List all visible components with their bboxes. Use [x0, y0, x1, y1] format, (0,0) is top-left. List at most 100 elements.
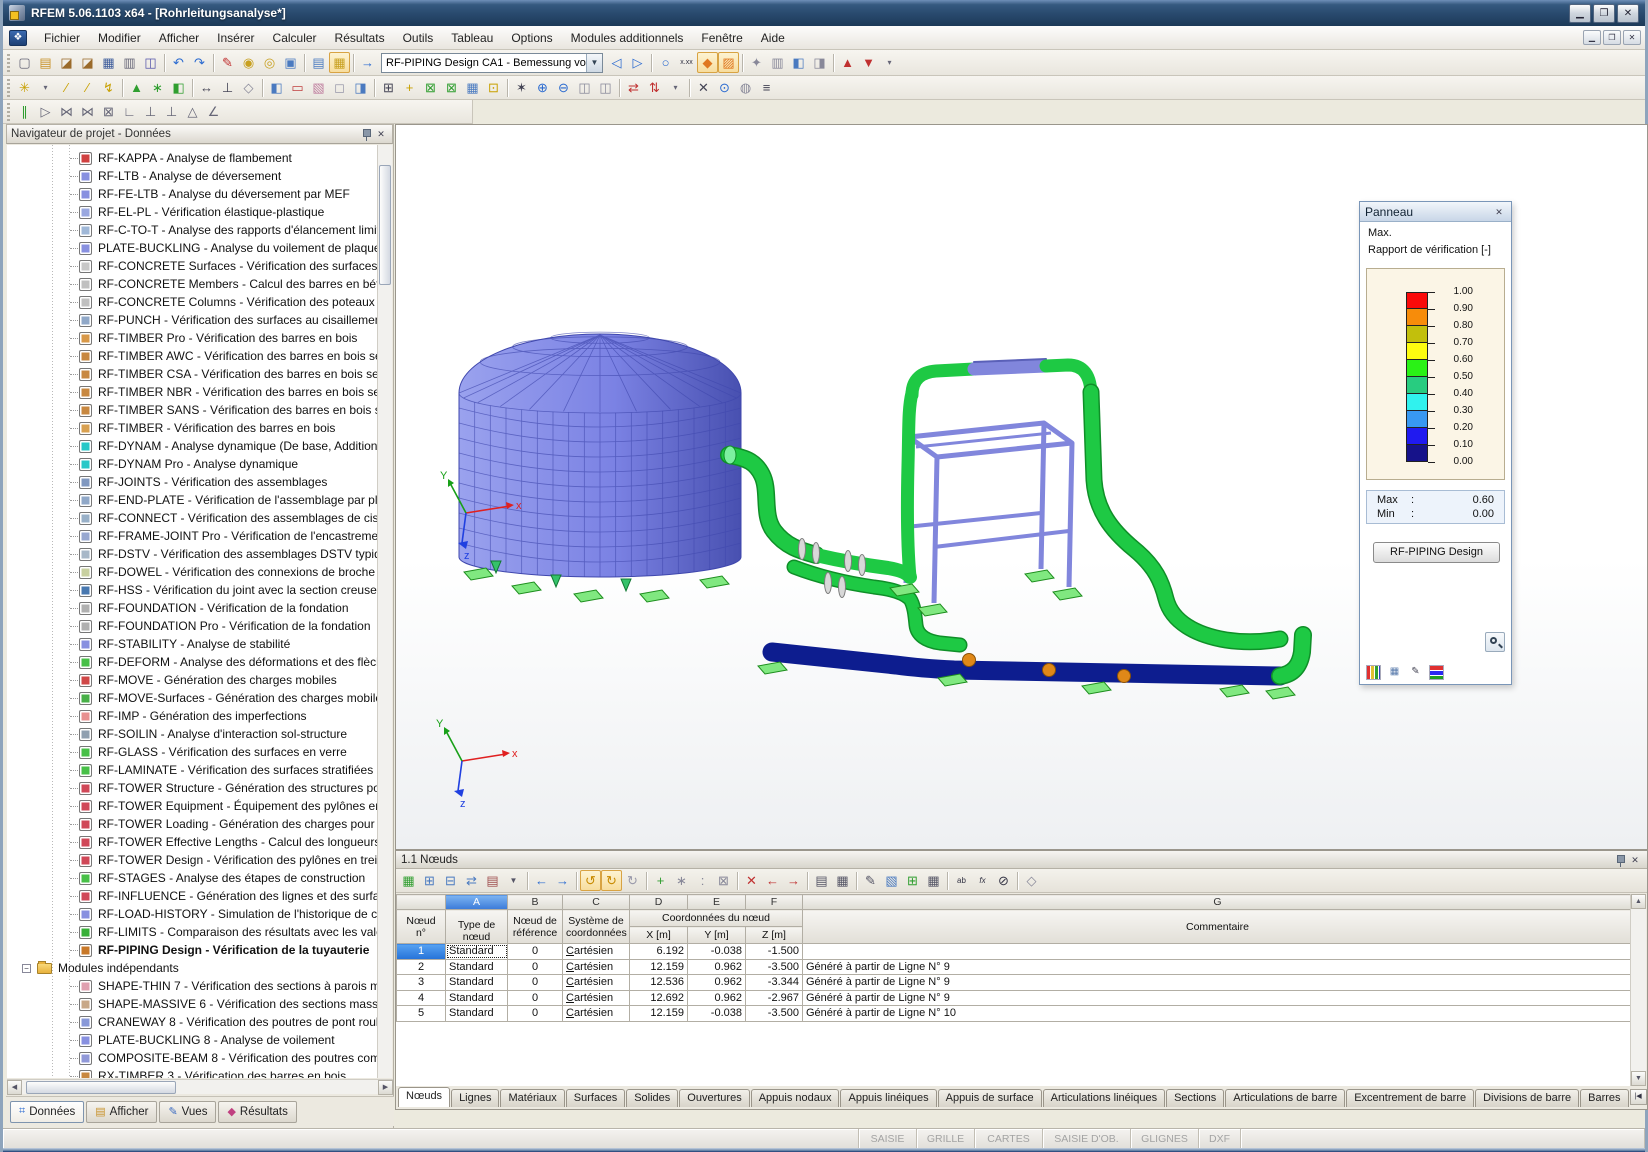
- nav-tab-afficher[interactable]: ▤Afficher: [86, 1101, 157, 1123]
- navigator-item[interactable]: RF-MOVE-Surfaces - Génération des charge…: [7, 689, 378, 707]
- snap-angle-icon[interactable]: ∠: [203, 101, 224, 122]
- scroll-right-icon[interactable]: ▶: [378, 1080, 393, 1095]
- sheets-icon[interactable]: ▦: [832, 870, 853, 891]
- node-sphere[interactable]: [1118, 670, 1131, 683]
- panel-display-icon[interactable]: ▦: [1387, 665, 1402, 680]
- navigator-item[interactable]: RF-TIMBER CSA - Vérification des barres …: [7, 365, 378, 383]
- prev-case-icon[interactable]: ◁: [606, 52, 627, 73]
- navigator-item[interactable]: RF-TOWER Equipment - Équipement des pylô…: [7, 797, 378, 815]
- table-tab-appuis-de-surface[interactable]: Appuis de surface: [938, 1089, 1042, 1107]
- table-tab-articulations-de-barre[interactable]: Articulations de barre: [1225, 1089, 1345, 1107]
- support-pad[interactable]: [512, 582, 541, 594]
- toolbar-grip[interactable]: [7, 54, 10, 72]
- navigator-item[interactable]: RF-TOWER Loading - Génération des charge…: [7, 815, 378, 833]
- navigator-item[interactable]: RF-DEFORM - Analyse des déformations et …: [7, 653, 378, 671]
- navigator-item[interactable]: RF-TIMBER AWC - Vérification des barres …: [7, 347, 378, 365]
- data-cell[interactable]: Standard: [446, 1006, 508, 1022]
- column-letter-G[interactable]: G: [803, 895, 1632, 910]
- print-graphic-icon[interactable]: ✦: [746, 52, 767, 73]
- probe-icon[interactable]: ⊙: [714, 77, 735, 98]
- frame-icon[interactable]: ⊠: [420, 77, 441, 98]
- add-node-icon[interactable]: +: [399, 77, 420, 98]
- delete-icon[interactable]: ✕: [741, 870, 762, 891]
- navigator-item[interactable]: RF-LTB - Analyse de déversement: [7, 167, 378, 185]
- tank-model[interactable]: [459, 332, 741, 577]
- navigator-item[interactable]: COMPOSITE-BEAM 8 - Vérification des pout…: [7, 1049, 378, 1067]
- snap-box-icon[interactable]: ⊠: [98, 101, 119, 122]
- branch-icon[interactable]: ⊞: [378, 77, 399, 98]
- navigator-item[interactable]: RF-DOWEL - Vérification des connexions d…: [7, 563, 378, 581]
- column-letter-F[interactable]: F: [746, 895, 803, 910]
- table-show-icon[interactable]: ▤: [308, 52, 329, 73]
- sheet-icon[interactable]: ▤: [811, 870, 832, 891]
- edit-icon[interactable]: ✎: [217, 52, 238, 73]
- menu-fen-tre[interactable]: Fenêtre: [692, 28, 751, 48]
- data-cell[interactable]: Standard: [446, 990, 508, 1006]
- line-tool-icon[interactable]: ⁄: [56, 77, 77, 98]
- support-pad[interactable]: [758, 662, 787, 674]
- polyline-tool-icon[interactable]: ⁄: [77, 77, 98, 98]
- toolbar-grip[interactable]: [7, 79, 10, 97]
- fx-icon[interactable]: fx: [972, 870, 993, 891]
- dim-xx-icon[interactable]: ⊥: [217, 77, 238, 98]
- data-cell[interactable]: -2.967: [746, 990, 803, 1006]
- selection-box-icon[interactable]: ◇: [238, 77, 259, 98]
- navigator-item[interactable]: RF-IMP - Génération des imperfections: [7, 707, 378, 725]
- fill-icon[interactable]: ▧: [881, 870, 902, 891]
- dimension-icon[interactable]: ↔: [196, 77, 217, 98]
- scroll-up-icon[interactable]: ▲: [1631, 894, 1646, 909]
- navigator-item[interactable]: RF-CONCRETE Surfaces - Vérification des …: [7, 257, 378, 275]
- rf-piping-design-button[interactable]: RF-PIPING Design: [1373, 542, 1500, 563]
- navigator-item[interactable]: RF-CONCRETE Columns - Vérification des p…: [7, 293, 378, 311]
- table-tab-barres[interactable]: Barres: [1580, 1089, 1628, 1107]
- redo-icon[interactable]: ↷: [189, 52, 210, 73]
- block-icon[interactable]: ◨: [350, 77, 371, 98]
- data-cell[interactable]: -3.500: [746, 959, 803, 975]
- tree-vertical-scrollbar[interactable]: [377, 145, 392, 1078]
- open-icon[interactable]: ▤: [35, 52, 56, 73]
- navigator-item[interactable]: RF-TOWER Effective Lengths - Calcul des …: [7, 833, 378, 851]
- color-list-icon[interactable]: [1429, 665, 1444, 680]
- zoom-in-icon[interactable]: ⊕: [532, 77, 553, 98]
- coord-system-cell[interactable]: Cartésien: [563, 990, 630, 1006]
- table-vertical-scrollbar[interactable]: ▲ ▼: [1630, 894, 1646, 1086]
- navigator-item[interactable]: PLATE-BUCKLING - Analyse du voilement de…: [7, 239, 378, 257]
- mdi-minimize-button[interactable]: ▁: [1583, 30, 1601, 45]
- navigator-item[interactable]: RF-FRAME-JOINT Pro - Vérification de l'e…: [7, 527, 378, 545]
- row-number-cell[interactable]: 3: [397, 975, 446, 991]
- data-cell[interactable]: -0.038: [688, 1006, 746, 1022]
- navigator-item[interactable]: RF-STAGES - Analyse des étapes de constr…: [7, 869, 378, 887]
- node-gen-icon[interactable]: ⊡: [483, 77, 504, 98]
- layers-icon[interactable]: ◨: [809, 52, 830, 73]
- menu-ins-rer[interactable]: Insérer: [208, 28, 263, 48]
- navigator-item[interactable]: SHAPE-THIN 7 - Vérification des sections…: [7, 977, 378, 995]
- navigator-item[interactable]: RF-DYNAM Pro - Analyse dynamique: [7, 455, 378, 473]
- row-number-cell[interactable]: 4: [397, 990, 446, 1006]
- goto-icon[interactable]: →: [357, 52, 378, 73]
- solid-icon[interactable]: ◻: [329, 77, 350, 98]
- results-on-icon[interactable]: ◆: [697, 52, 718, 73]
- table-tab-ouvertures[interactable]: Ouvertures: [679, 1089, 749, 1107]
- scroll-down-icon[interactable]: ▼: [1631, 1071, 1646, 1086]
- menu-fichier[interactable]: Fichier: [35, 28, 89, 48]
- mdi-restore-button[interactable]: ❐: [1603, 30, 1621, 45]
- lock-icon[interactable]: ◇: [1021, 870, 1042, 891]
- panel-icon[interactable]: ◧: [788, 52, 809, 73]
- row-number-cell[interactable]: 2: [397, 959, 446, 975]
- menu-r-sultats[interactable]: Résultats: [326, 28, 394, 48]
- redo-table-icon[interactable]: ↻: [601, 870, 622, 891]
- data-cell[interactable]: 0.962: [688, 975, 746, 991]
- support-cone[interactable]: [551, 575, 561, 587]
- node-sphere[interactable]: [1043, 664, 1056, 677]
- print-icon[interactable]: ▥: [119, 52, 140, 73]
- save-icon[interactable]: ▦: [98, 52, 119, 73]
- node-tool-icon[interactable]: ✳: [14, 77, 35, 98]
- flag-down-icon[interactable]: ▼: [858, 52, 879, 73]
- mdi-close-button[interactable]: ✕: [1623, 30, 1641, 45]
- flange-ring[interactable]: [813, 543, 820, 564]
- navigator-item[interactable]: RF-TIMBER - Vérification des barres en b…: [7, 419, 378, 437]
- column-letter-C[interactable]: C: [563, 895, 630, 910]
- navigator-item[interactable]: RF-LIMITS - Comparaison des résultats av…: [7, 923, 378, 941]
- navigator-item[interactable]: RF-FOUNDATION Pro - Vérification de la f…: [7, 617, 378, 635]
- table-tab-divisions-de-barre[interactable]: Divisions de barre: [1475, 1089, 1579, 1107]
